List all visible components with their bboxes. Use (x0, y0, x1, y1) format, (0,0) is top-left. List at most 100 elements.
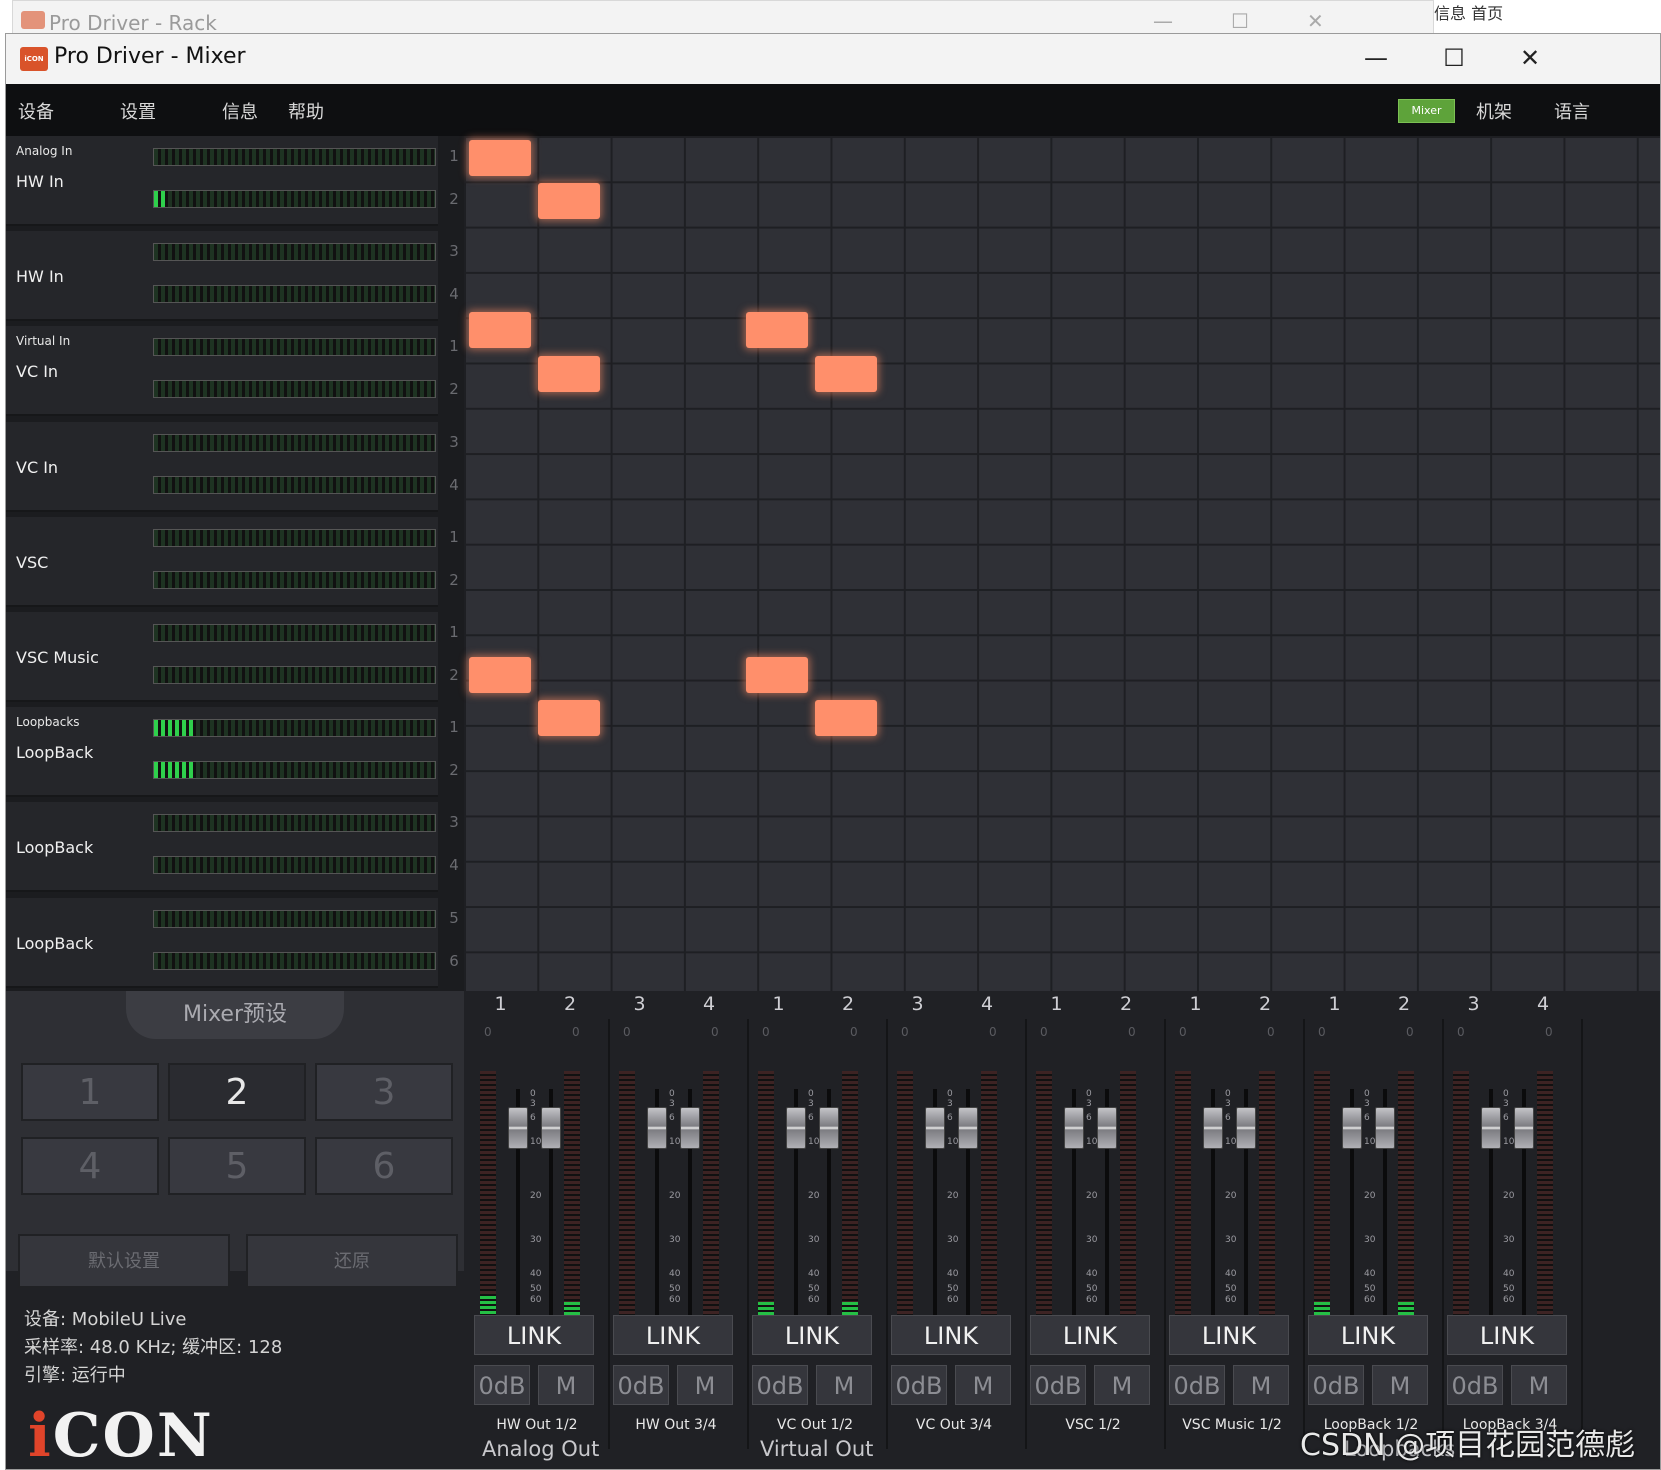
channel-number: 3 (449, 242, 459, 261)
matrix-route-active[interactable] (469, 140, 531, 176)
input-group-name: VC In (16, 457, 59, 477)
menu-language[interactable]: 语言 (1554, 98, 1590, 124)
preset-5-button[interactable]: 5 (168, 1137, 306, 1195)
zero-db-button[interactable]: 0dB (1169, 1365, 1225, 1405)
channel-number: 2 (449, 570, 459, 589)
maximize-icon: ☐ (1231, 9, 1249, 33)
fader-knob[interactable] (786, 1107, 806, 1149)
fader-scale-label: 30 (1225, 1235, 1237, 1245)
fader-knob[interactable] (958, 1107, 978, 1149)
fader-knob[interactable] (819, 1107, 839, 1149)
fader-scale-label: 30 (1503, 1235, 1515, 1245)
preset-4-button[interactable]: 4 (21, 1137, 159, 1195)
restore-button[interactable]: 还原 (246, 1234, 458, 1288)
zero-db-button[interactable]: 0dB (1447, 1365, 1503, 1405)
engine-status: 引擎: 运行中 (24, 1365, 126, 1386)
mute-button[interactable]: M (816, 1365, 872, 1405)
fader-scale-label: 0 (1086, 1089, 1092, 1099)
fader-scale-label: 0 (1364, 1089, 1370, 1099)
matrix-route-active[interactable] (538, 355, 601, 392)
fader-knob[interactable] (1064, 1107, 1084, 1149)
channel-number: 1 (449, 623, 459, 641)
link-button[interactable]: LINK (613, 1315, 733, 1355)
zero-db-button[interactable]: 0dB (1308, 1365, 1364, 1405)
meter-peak-label: 0 (901, 1025, 909, 1039)
input-group: Virtual In VC In (6, 326, 438, 417)
fader-knob[interactable] (541, 1107, 561, 1149)
link-button[interactable]: LINK (752, 1315, 872, 1355)
maximize-button[interactable]: ☐ (1424, 40, 1484, 76)
default-settings-button[interactable]: 默认设置 (18, 1234, 230, 1288)
fader-knob[interactable] (680, 1107, 700, 1149)
preset-1-button[interactable]: 1 (21, 1063, 159, 1121)
preset-6-button[interactable]: 6 (315, 1137, 453, 1195)
mute-button[interactable]: M (955, 1365, 1011, 1405)
mute-button[interactable]: M (1372, 1365, 1428, 1405)
matrix-route-active[interactable] (745, 657, 808, 694)
close-button[interactable]: ✕ (1500, 40, 1560, 76)
fader-knob[interactable] (1375, 1107, 1395, 1149)
link-button[interactable]: LINK (891, 1315, 1011, 1355)
minimize-button[interactable]: — (1346, 40, 1406, 76)
link-button[interactable]: LINK (474, 1315, 594, 1355)
zero-db-button[interactable]: 0dB (1030, 1365, 1086, 1405)
mute-button[interactable]: M (1233, 1365, 1289, 1405)
matrix-route-active[interactable] (538, 700, 601, 737)
channel-number: 3 (449, 432, 459, 451)
zero-db-button[interactable]: 0dB (752, 1365, 808, 1405)
fader-scale-label: 0 (947, 1089, 953, 1099)
fader-knob[interactable] (1203, 1107, 1223, 1149)
menu-rack[interactable]: 机架 (1476, 98, 1512, 124)
meter-peak-label: 0 (1318, 1025, 1326, 1039)
fader-scale-label: 60 (1086, 1295, 1098, 1305)
zero-db-button[interactable]: 0dB (891, 1365, 947, 1405)
background-rack-window: Pro Driver - Rack — ☐ ✕ (12, 0, 1434, 35)
fader-knob[interactable] (1236, 1107, 1256, 1149)
input-group-name: VSC (16, 552, 49, 572)
matrix-route-active[interactable] (538, 183, 601, 220)
fader-scale-label: 50 (947, 1284, 959, 1294)
fader-knob[interactable] (1514, 1107, 1534, 1149)
matrix-route-active[interactable] (815, 355, 877, 392)
mixer-view-button[interactable]: Mixer (1398, 99, 1455, 123)
fader-scale-label: 50 (1225, 1284, 1237, 1294)
link-button[interactable]: LINK (1169, 1315, 1289, 1355)
matrix-route-active[interactable] (815, 700, 877, 737)
link-button[interactable]: LINK (1030, 1315, 1150, 1355)
mixer-strip: 0 0 0 3 6 10 20 30 40 50 60 LINK 0dB M VSC 1/2 (1020, 1019, 1166, 1449)
fader-scale-label: 20 (1086, 1191, 1098, 1201)
mute-button[interactable]: M (677, 1365, 733, 1405)
meter-peak-label: 0 (1040, 1025, 1048, 1039)
link-button[interactable]: LINK (1447, 1315, 1567, 1355)
fader-scale-label: 50 (530, 1284, 542, 1294)
preset-2-button[interactable]: 2 (168, 1063, 306, 1121)
matrix-route-active[interactable] (469, 657, 531, 694)
preset-3-button[interactable]: 3 (315, 1063, 453, 1121)
input-group: Loopbacks LoopBack (6, 707, 438, 798)
routing-matrix[interactable] (464, 136, 1660, 991)
menu-help[interactable]: 帮助 (288, 98, 324, 124)
menu-settings[interactable]: 设置 (120, 98, 156, 124)
matrix-route-active[interactable] (745, 312, 808, 349)
fader-knob[interactable] (925, 1107, 945, 1149)
fader-knob[interactable] (508, 1107, 528, 1149)
link-button[interactable]: LINK (1308, 1315, 1428, 1355)
menu-device[interactable]: 设备 (18, 98, 54, 124)
fader-scale-label: 30 (808, 1235, 820, 1245)
fader-knob[interactable] (1481, 1107, 1501, 1149)
menu-info[interactable]: 信息 (222, 98, 258, 124)
zero-db-button[interactable]: 0dB (613, 1365, 669, 1405)
output-column-number: 3 (911, 993, 924, 1015)
fader-knob[interactable] (1342, 1107, 1362, 1149)
mute-button[interactable]: M (538, 1365, 594, 1405)
zero-db-button[interactable]: 0dB (474, 1365, 530, 1405)
input-group-name: LoopBack (16, 838, 94, 858)
fader-scale-label: 10 (1225, 1137, 1237, 1147)
output-level-meter (897, 1071, 913, 1333)
device-name: 设备: MobileU Live (24, 1309, 187, 1330)
mute-button[interactable]: M (1511, 1365, 1567, 1405)
fader-knob[interactable] (1097, 1107, 1117, 1149)
mute-button[interactable]: M (1094, 1365, 1150, 1405)
fader-knob[interactable] (647, 1107, 667, 1149)
matrix-route-active[interactable] (469, 312, 531, 349)
